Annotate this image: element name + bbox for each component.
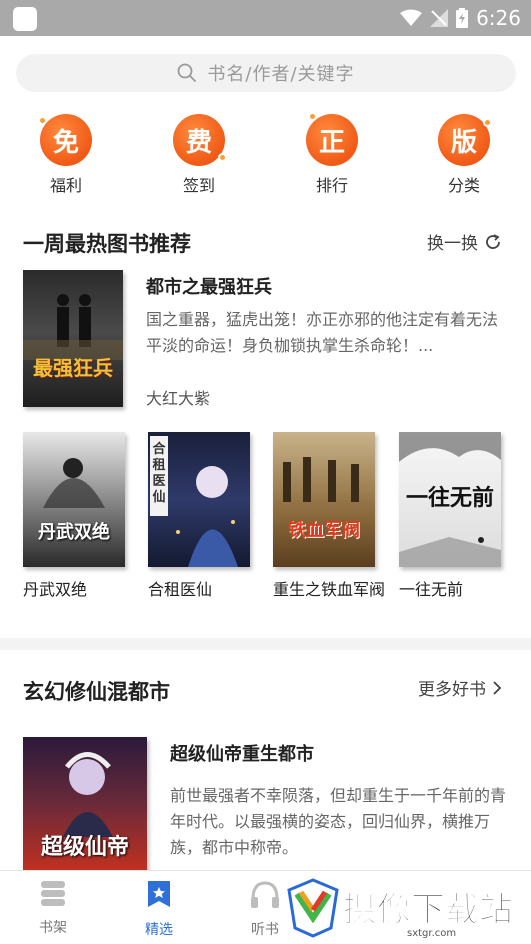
more-books-label: 更多好书 <box>418 680 486 700</box>
bookshelf-icon <box>41 881 65 906</box>
status-time: 6:26 <box>476 6 521 30</box>
cover-title-text: 合租医仙 <box>152 442 166 505</box>
watermark-text: 摄像下载站 <box>343 890 514 931</box>
more-books-button[interactable]: 更多好书 <box>418 675 502 700</box>
quick-entry-label: 排行 <box>315 176 348 195</box>
featured-book-title[interactable]: 都市之最强狂兵 <box>146 273 272 299</box>
fantasy-book-description: 前世最强者不幸陨落，但却重生于一千年前的青年时代。以最强横的姿态，回归仙界，横推… <box>170 786 507 857</box>
cover-title-text: 一往无前 <box>405 486 494 511</box>
watermark: 摄像下载站 sxtgr.com <box>287 876 523 942</box>
status-bar: 6:26 <box>0 0 531 36</box>
cover-title-text: 铁血军阀 <box>288 520 360 541</box>
book-cover-featured-fantasy[interactable]: 超级仙帝 <box>23 737 147 870</box>
quick-entry-checkin[interactable]: 费 签到 <box>159 114 239 196</box>
search-input[interactable]: 书名/作者/关键字 <box>16 54 516 92</box>
book-title[interactable]: 合租医仙 <box>148 579 260 600</box>
edition-badge-icon: 版 <box>438 114 492 166</box>
cover-character <box>63 752 113 837</box>
book-cover[interactable]: 一往无前 <box>399 432 501 567</box>
wifi-icon <box>400 9 423 26</box>
battery-charging-icon <box>456 8 469 28</box>
section-title-weekly: 一周最热图书推荐 <box>23 232 191 256</box>
refresh-button[interactable]: 换一换 <box>427 229 502 254</box>
no-signal-icon <box>430 9 449 27</box>
tab-featured[interactable]: 精选 <box>124 879 194 939</box>
search-placeholder: 书名/作者/关键字 <box>207 64 355 85</box>
quick-entry-category[interactable]: 版 分类 <box>424 114 504 196</box>
book-cover[interactable]: 丹武双绝 <box>23 432 125 567</box>
cover-warrior <box>43 458 105 508</box>
headphones-icon <box>251 881 279 908</box>
cover-army <box>283 457 359 502</box>
section-divider <box>0 638 531 650</box>
cover-title-text: 超级仙帝 <box>40 835 129 860</box>
refresh-label: 换一换 <box>427 234 478 254</box>
book-cover[interactable]: 合租医仙 <box>148 432 250 567</box>
book-cover-featured[interactable]: 最强狂兵 <box>23 270 123 407</box>
quick-entry-ranking[interactable]: 正 排行 <box>292 112 372 196</box>
search-icon <box>178 63 197 83</box>
quick-entry-welfare[interactable]: 免 福利 <box>26 114 106 196</box>
cover-figures <box>23 294 123 360</box>
fee-badge-icon: 费 <box>173 114 227 166</box>
book-title[interactable]: 丹武双绝 <box>23 579 135 600</box>
quick-entry-label: 签到 <box>182 176 215 195</box>
watermark-url: sxtgr.com <box>407 928 457 939</box>
free-badge-icon: 免 <box>38 114 92 166</box>
bookmark-star-icon <box>148 881 170 907</box>
watermark-logo-icon <box>287 878 339 938</box>
fantasy-book-title[interactable]: 超级仙帝重生都市 <box>170 740 314 766</box>
cover-title-text: 丹武双绝 <box>38 522 110 543</box>
status-icons: 6:26 <box>400 5 521 31</box>
book-title[interactable]: 一往无前 <box>399 579 511 600</box>
genuine-badge-icon: 正 <box>306 112 358 166</box>
featured-book-author: 大红大紫 <box>146 389 211 408</box>
section-title-fantasy: 玄幻修仙混都市 <box>23 680 170 704</box>
book-cover[interactable]: 铁血军阀 <box>273 432 375 567</box>
quick-entry-label: 分类 <box>447 176 480 195</box>
refresh-icon <box>486 233 500 249</box>
app-notification-icon <box>13 7 37 31</box>
book-title[interactable]: 重生之铁血军阀 <box>273 579 385 600</box>
tab-bookshelf[interactable]: 书架 <box>18 879 88 937</box>
cover-title-text: 最强狂兵 <box>33 356 113 380</box>
quick-entry-label: 福利 <box>49 176 82 195</box>
chevron-right-icon <box>493 680 502 695</box>
featured-book-description: 国之重器，猛虎出笼！亦正亦邪的他注定有着无法平淡的命运！身负枷锁执掌生杀命轮！.… <box>146 310 499 355</box>
